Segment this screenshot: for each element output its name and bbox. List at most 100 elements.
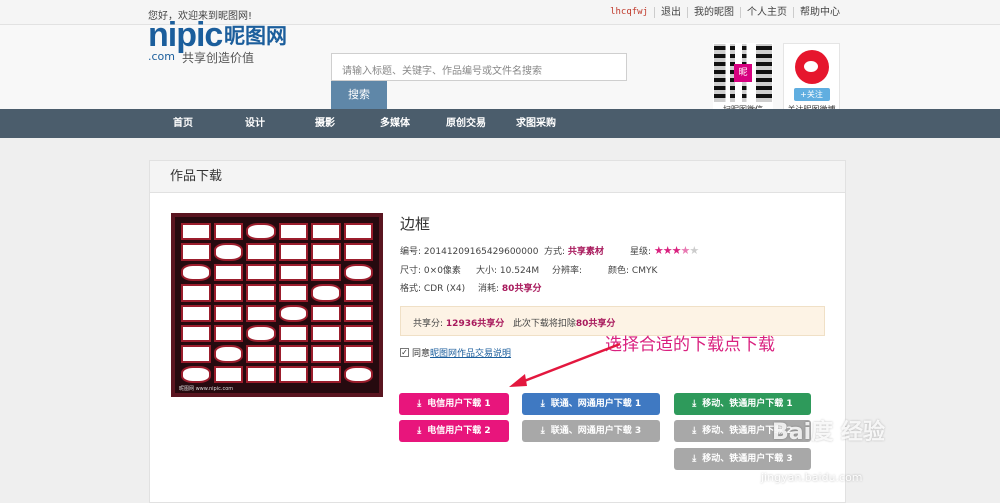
agree-checkbox[interactable]: ✓ — [400, 348, 409, 357]
weibo-follow-button[interactable]: +关注 — [793, 88, 830, 101]
thumbnail-frame-cell — [213, 365, 243, 383]
thumbnail-frame-cell — [213, 345, 243, 363]
terms-link[interactable]: 昵图网作品交易说明 — [430, 346, 511, 359]
thumbnail-frame-cell — [246, 223, 276, 241]
main-nav: 首页 设计 摄影 多媒体 原创交易 求图采购 — [0, 109, 1000, 138]
thumbnail-frame-cell — [343, 304, 373, 322]
work-title: 边框 — [400, 215, 431, 233]
download-icon: ⤓ — [417, 399, 422, 409]
thumbnail-caption: 昵图网 www.nipic.com — [179, 386, 234, 392]
site-logo[interactable]: nipic 昵图网 .com 共享创造价值 — [148, 16, 308, 66]
thumbnail-frame-cell — [213, 324, 243, 343]
search-input[interactable]: 请输入标题、关键字、作品编号或文件名搜索 — [331, 53, 627, 81]
wechat-qr: 昵 扫昵图微信 — [713, 43, 773, 115]
thumbnail-frame-cell — [213, 304, 243, 322]
thumbnail-frame-cell — [213, 263, 243, 282]
share-deduct: 80共享分 — [575, 319, 616, 329]
thumbnail-frame-cell — [246, 263, 276, 282]
logo-cn: 昵图网 — [224, 24, 287, 48]
thumbnail-frame-cell — [343, 345, 373, 363]
thumbnail-frame-cell — [181, 223, 211, 241]
work-thumbnail[interactable]: 昵图网 www.nipic.com — [171, 213, 383, 397]
profile-link[interactable]: 个人主页 — [740, 7, 793, 18]
thumbnail-frame-cell — [181, 263, 211, 282]
thumbnail-frame-cell — [311, 243, 341, 261]
thumbnail-frame-cell — [278, 365, 308, 383]
thumbnail-frame-cell — [181, 365, 211, 383]
meta-color: 颜色: CMYK — [608, 266, 658, 276]
logout-link[interactable]: 退出 — [654, 7, 687, 18]
download-card: 作品下载 昵图网 www.nipic.com 边框 编号: 2014120916… — [149, 160, 846, 503]
meta-cost: 消耗: 80共享分 — [478, 284, 542, 294]
username-link[interactable]: lhcqfwj — [604, 7, 654, 18]
download-icon: ⤓ — [692, 454, 697, 464]
weibo-panel[interactable]: +关注 关注昵图微博 — [783, 43, 840, 115]
thumbnail-frame-cell — [213, 223, 243, 241]
weibo-icon — [794, 50, 829, 84]
help-link[interactable]: 帮助中心 — [793, 7, 846, 18]
share-balance: 12936共享分 — [445, 319, 505, 329]
thumbnail-frames — [181, 223, 373, 383]
nav-request[interactable]: 求图采购 — [516, 109, 556, 138]
download-icon: ⤓ — [417, 426, 422, 436]
thumbnail-frame-cell — [246, 304, 276, 322]
thumbnail-frame-cell — [181, 284, 211, 302]
nav-design[interactable]: 设计 — [245, 109, 265, 138]
thumbnail-frame-cell — [278, 345, 308, 363]
thumbnail-frame-cell — [246, 345, 276, 363]
thumbnail-frame-cell — [181, 304, 211, 322]
search-button[interactable]: 搜索 — [331, 81, 387, 109]
card-title: 作品下载 — [150, 161, 845, 193]
download-icon: ⤓ — [540, 399, 545, 409]
thumbnail-frame-cell — [343, 263, 373, 282]
thumbnail-frame-cell — [246, 243, 276, 261]
thumbnail-frame-cell — [278, 263, 308, 282]
nav-original[interactable]: 原创交易 — [446, 109, 486, 138]
thumbnail-frame-cell — [246, 365, 276, 383]
thumbnail-frame-cell — [311, 345, 341, 363]
download-unicom-1-button[interactable]: ⤓ 联通、网通用户下载 1 — [522, 393, 660, 415]
thumbnail-frame-cell — [181, 345, 211, 363]
thumbnail-frame-cell — [311, 324, 341, 343]
thumbnail-frame-cell — [343, 243, 373, 261]
download-icon: ⤓ — [692, 399, 697, 409]
qr-center-logo: 昵 — [734, 64, 752, 82]
download-unicom-3-button[interactable]: ⤓ 联通、网通用户下载 3 — [522, 420, 660, 442]
thumbnail-frame-cell — [278, 324, 308, 343]
thumbnail-frame-cell — [213, 243, 243, 261]
thumbnail-frame-cell — [278, 223, 308, 241]
meta-resolution: 分辨率: — [552, 266, 583, 276]
baidu-watermark: Bai度 经验 — [772, 420, 885, 445]
meta-filesize: 大小: 10.524M — [476, 266, 540, 276]
agree-row: ✓ 同意 昵图网作品交易说明 — [400, 346, 511, 359]
meta-mode: 方式: 共享素材 — [544, 247, 604, 257]
download-icon: ⤓ — [540, 426, 545, 436]
hint-arrow-icon — [509, 342, 621, 387]
thumbnail-frame-cell — [311, 304, 341, 322]
thumbnail-frame-cell — [278, 243, 308, 261]
qr-code-icon: 昵 — [714, 44, 772, 102]
nav-photo[interactable]: 摄影 — [315, 109, 335, 138]
thumbnail-frame-cell — [343, 223, 373, 241]
thumbnail-frame-cell — [246, 284, 276, 302]
rating-stars: ★★★★★ — [653, 244, 699, 257]
thumbnail-frame-cell — [246, 324, 276, 343]
download-mobile-3-button[interactable]: ⤓ 移动、铁通用户下载 3 — [674, 448, 811, 470]
baidu-watermark-url: jingyan.baidu.com — [761, 471, 863, 484]
download-mobile-1-button[interactable]: ⤓ 移动、铁通用户下载 1 — [674, 393, 811, 415]
meta-level: 星级: ★★★★★ — [630, 244, 699, 257]
agree-prefix: 同意 — [412, 349, 431, 359]
thumbnail-frame-cell — [181, 243, 211, 261]
my-nipic-link[interactable]: 我的昵图 — [687, 7, 740, 18]
download-telecom-2-button[interactable]: ⤓ 电信用户下载 2 — [399, 420, 509, 442]
thumbnail-frame-cell — [213, 284, 243, 302]
logo-com: .com — [148, 50, 175, 63]
nav-media[interactable]: 多媒体 — [380, 109, 410, 138]
nav-home[interactable]: 首页 — [173, 109, 193, 138]
thumbnail-frame-cell — [311, 284, 341, 302]
logo-slogan: 共享创造价值 — [182, 51, 255, 65]
thumbnail-frame-cell — [343, 365, 373, 383]
thumbnail-frame-cell — [181, 324, 211, 343]
download-telecom-1-button[interactable]: ⤓ 电信用户下载 1 — [399, 393, 509, 415]
thumbnail-frame-cell — [343, 284, 373, 302]
